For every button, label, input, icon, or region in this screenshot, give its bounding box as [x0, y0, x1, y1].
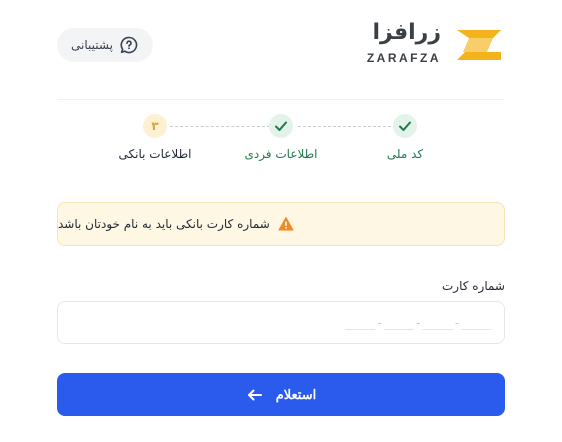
logo: زرافزا ZARAFZA	[365, 20, 505, 70]
step-bank-info: ۳ اطلاعات بانکی	[110, 114, 200, 161]
step-complete-badge	[269, 114, 293, 138]
zarafza-logo-icon	[457, 30, 501, 60]
card-number-label: شماره کارت	[441, 279, 505, 293]
step-personal-info: اطلاعات فردی	[236, 114, 326, 161]
alert-message: شماره کارت بانکی باید به نام خودتان باشد	[58, 217, 270, 231]
step-national-code: کد ملی	[360, 114, 450, 161]
warning-icon	[278, 217, 294, 231]
step-label: اطلاعات بانکی	[118, 147, 192, 161]
step-label: اطلاعات فردی	[244, 147, 318, 161]
support-button[interactable]: پشتیبانی	[57, 28, 153, 62]
step-number: ۳	[151, 119, 159, 133]
step-number-badge: ۳	[143, 114, 167, 138]
inquiry-button-label: استعلام	[275, 386, 317, 402]
check-icon	[275, 121, 287, 131]
logo-text-fa: زرافزا	[372, 20, 441, 45]
inquiry-button[interactable]: استعلام	[57, 373, 505, 416]
card-number-input[interactable]	[57, 301, 505, 344]
header-divider	[57, 99, 505, 100]
logo-text-en: ZARAFZA	[366, 51, 441, 65]
support-chat-icon	[120, 36, 138, 54]
stepper: کد ملی اطلاعات فردی ۳ اطلاعات بانکی	[110, 114, 440, 174]
step-complete-badge	[393, 114, 417, 138]
arrow-left-icon	[247, 389, 262, 400]
check-icon	[399, 121, 411, 131]
step-label: کد ملی	[386, 147, 424, 161]
header: زرافزا ZARAFZA پشتیبانی	[57, 20, 505, 70]
warning-alert: شماره کارت بانکی باید به نام خودتان باشد	[57, 202, 505, 246]
support-label: پشتیبانی	[71, 38, 113, 52]
